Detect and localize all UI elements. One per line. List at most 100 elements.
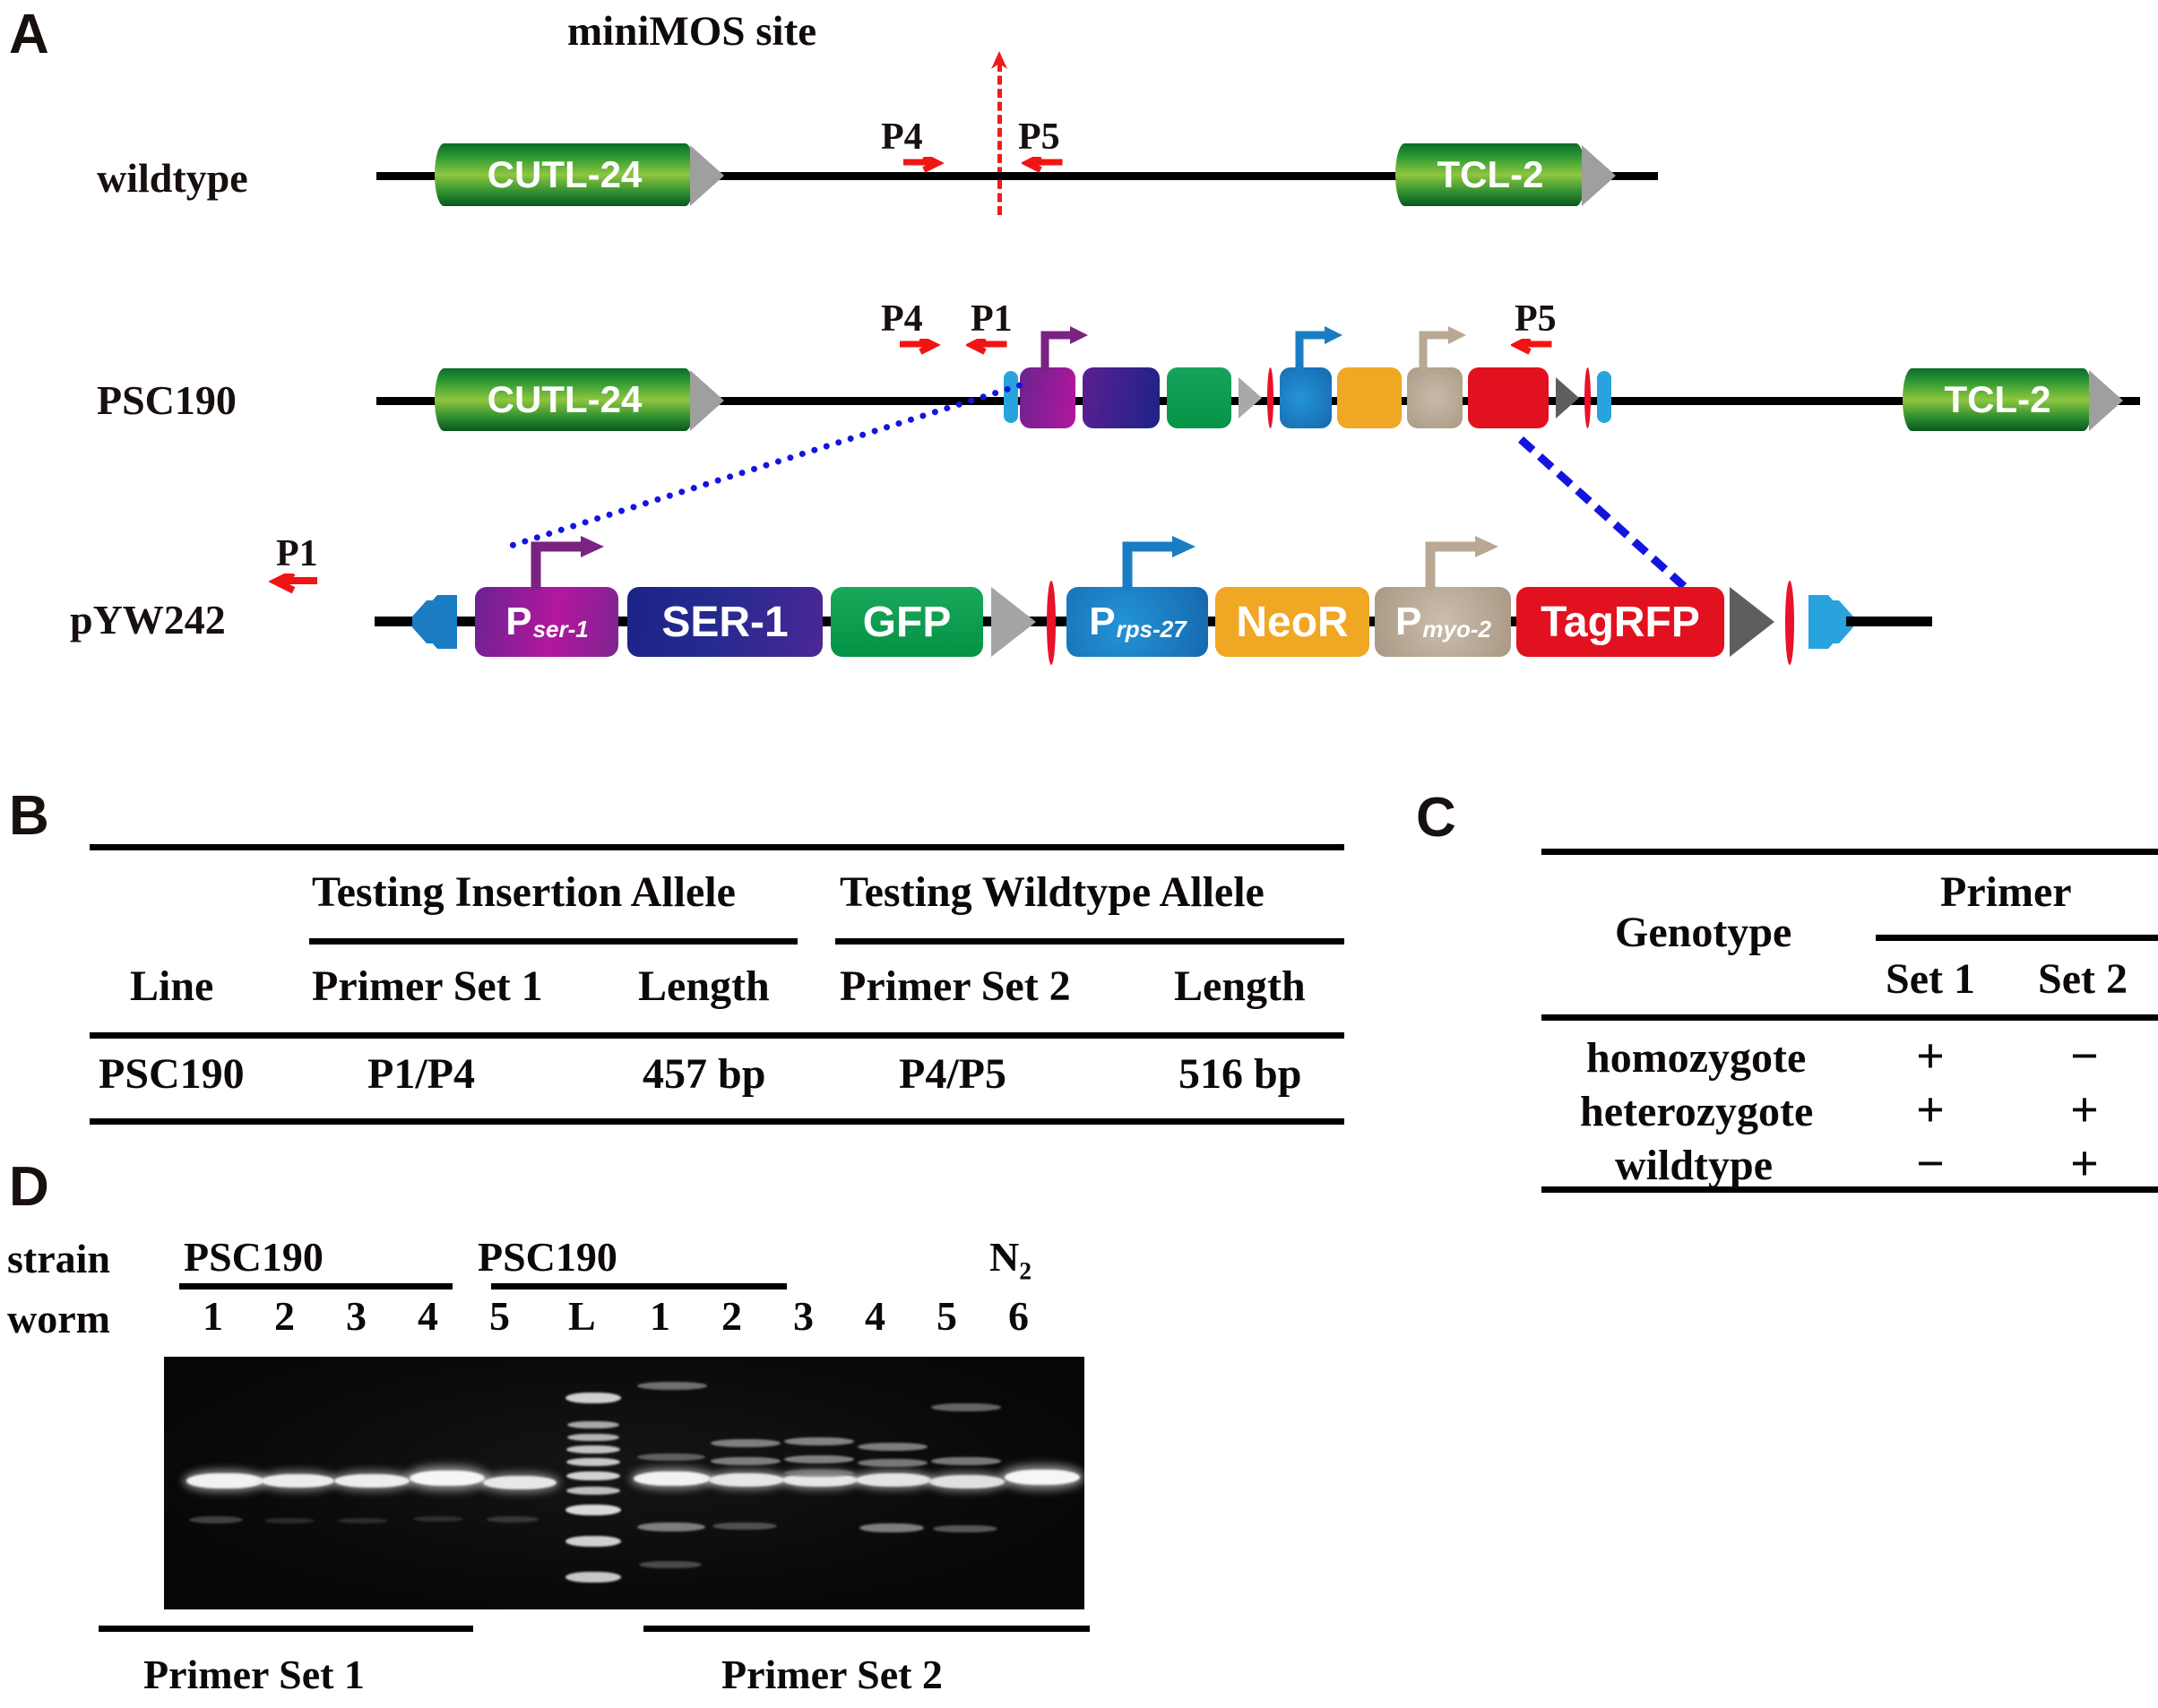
primer-label-p4-psc190: P4 [881, 298, 923, 340]
primer-label-p5-psc190: P5 [1515, 298, 1557, 340]
frt-site-2-pyw242-icon [1785, 581, 1794, 665]
gel-band-faint [859, 1523, 924, 1532]
gel-band-faint [264, 1518, 315, 1523]
cassette-prps27-psc190 [1280, 367, 1332, 428]
panel-d-lane-label-5: 5 [489, 1293, 510, 1339]
gel-ladder-band [566, 1458, 620, 1466]
panel-d-lane-label-8: 3 [793, 1293, 814, 1339]
promoter-hook-pmyo2-icon [1425, 536, 1498, 590]
gel-ladder-band [566, 1471, 620, 1480]
lox-site-left-psc190-icon [1004, 371, 1018, 423]
panel-d-lane-label-9: 4 [865, 1293, 885, 1339]
panel-d-lane-label-6: 1 [650, 1293, 670, 1339]
gel-band-faint [784, 1470, 854, 1477]
pyw242-backbone-right [1846, 617, 1932, 626]
element-sub: ser-1 [532, 615, 589, 643]
panel-d-strain-group-3: N₂ [989, 1234, 1032, 1280]
gel-ladder-band [565, 1572, 621, 1583]
gene-label: TCL-2 [1437, 153, 1544, 195]
gel-band-faint [637, 1454, 705, 1461]
panel-d-bottom-label-2: Primer Set 2 [721, 1652, 943, 1697]
gene-arrow-tcl-2-psc190 [2089, 370, 2123, 431]
panel-d-rowlabel-worm: worm [7, 1296, 110, 1341]
panel-b-cell-primer-set-1: P1/P4 [367, 1050, 475, 1098]
panel-b-cell-length-2: 516 bp [1178, 1050, 1302, 1098]
gel-ladder-band [567, 1421, 619, 1428]
frt-site-2-psc190-icon [1584, 367, 1591, 428]
primer-arrow-p5-left-icon [1022, 157, 1063, 173]
gene-tcl-2-psc190: TCL-2 [1903, 368, 2093, 431]
panel-c-row0-genotype: homozygote [1586, 1034, 1807, 1082]
gene-label: TCL-2 [1944, 378, 2051, 420]
element-label: SER-1 [661, 598, 789, 646]
panel-a: A miniMOS site wildtype CUTL-24 TCL-2 P4… [0, 0, 2158, 735]
panel-c-row2-set1: − [1916, 1136, 1945, 1192]
panel-b-group-header-wildtype: Testing Wildtype Allele [840, 868, 1265, 916]
gel-band-faint [858, 1443, 928, 1451]
panel-c-col-genotype: Genotype [1615, 909, 1792, 956]
cassette-neor-psc190 [1337, 367, 1402, 428]
gene-label: CUTL-24 [487, 378, 643, 420]
panel-d-strain-rule-2 [491, 1283, 787, 1290]
panel-d-lane-label-4: 4 [418, 1293, 438, 1339]
primer-arrow-p4-right-icon-psc190 [900, 339, 941, 355]
gel-band [334, 1474, 410, 1488]
panel-c-row1-set1: + [1916, 1083, 1945, 1138]
gene-arrow-cutl-24-wildtype [690, 145, 724, 206]
panel-d-lane-label-1: 1 [203, 1293, 223, 1339]
lox-site-left-pyw242-icon [412, 595, 457, 649]
panel-b-bottom-rule [90, 1118, 1344, 1125]
primer-label-p5-wildtype: P5 [1018, 116, 1060, 158]
gene-arrow-tcl-2-wildtype [1582, 145, 1616, 206]
minimos-dashed-line [997, 63, 1002, 215]
primer-arrow-p4-right-icon [903, 157, 945, 173]
panel-d-bottom-rule-1 [99, 1626, 473, 1632]
promoter-hook-prps27-icon [1122, 536, 1196, 590]
gel-band [483, 1476, 557, 1489]
panel-b-group2-rule [835, 938, 1344, 945]
gel-band-faint [637, 1523, 705, 1531]
gel-band [856, 1473, 931, 1487]
primer-arrow-p5-left-icon-psc190 [1511, 339, 1552, 355]
gel-band-faint [931, 1457, 1001, 1465]
row-label-pyw242: pYW242 [70, 597, 226, 643]
primer-label-p4-wildtype: P4 [881, 116, 923, 158]
gel-band [186, 1473, 263, 1488]
promoter-hook-pmyo2-psc190-icon [1419, 326, 1466, 371]
panel-c-group-rule [1876, 935, 2158, 941]
gel-band [1005, 1470, 1080, 1485]
gel-band [634, 1471, 711, 1486]
gel-band-faint [712, 1523, 777, 1530]
primer-arrow-p1-left-icon-pyw242 [269, 574, 317, 594]
gray-arrow-2-pyw242-icon [1730, 587, 1774, 657]
gel-band-faint [858, 1459, 928, 1467]
panel-d-strain-group-1: PSC190 [184, 1234, 324, 1280]
panel-c-col-set-1: Set 1 [1886, 955, 1975, 1003]
panel-c-row1-genotype: heterozygote [1580, 1088, 1814, 1135]
panel-b-col-length-2: Length [1174, 962, 1306, 1010]
panel-b-col-line: Line [130, 962, 214, 1010]
lox-site-right-psc190-icon [1597, 371, 1611, 423]
promoter-hook-pser1-psc190-icon [1040, 326, 1088, 371]
panel-d-lane-label-3: 3 [346, 1293, 367, 1339]
cassette-pmyo2-psc190 [1407, 367, 1463, 428]
gel-band [410, 1471, 485, 1486]
panel-c-row1-set2: + [2070, 1083, 2099, 1138]
primer-arrow-p1-left-icon-psc190 [966, 339, 1007, 355]
element-label: P [505, 600, 532, 643]
cassette-gfp-psc190 [1167, 367, 1231, 428]
gray-arrow-1-pyw242-icon [991, 587, 1036, 657]
panel-c-row2-genotype: wildtype [1615, 1142, 1774, 1189]
element-sub: myo-2 [1422, 615, 1491, 643]
panel-b-header-rule [90, 1032, 1344, 1039]
connector-dotted-right [1517, 436, 1688, 590]
gel-band-faint [711, 1439, 781, 1447]
panel-c-row0-set2: − [2070, 1029, 2099, 1084]
gene-cutl-24-wildtype: CUTL-24 [435, 143, 695, 206]
panel-b-letter: B [9, 785, 49, 847]
panel-d-bottom-rule-2 [643, 1626, 1090, 1632]
gel-ladder-band [566, 1487, 620, 1495]
panel-d-lane-label-7: 2 [721, 1293, 742, 1339]
cassette-tagrfp-psc190 [1468, 367, 1549, 428]
panel-d-bottom-label-1: Primer Set 1 [143, 1652, 365, 1697]
